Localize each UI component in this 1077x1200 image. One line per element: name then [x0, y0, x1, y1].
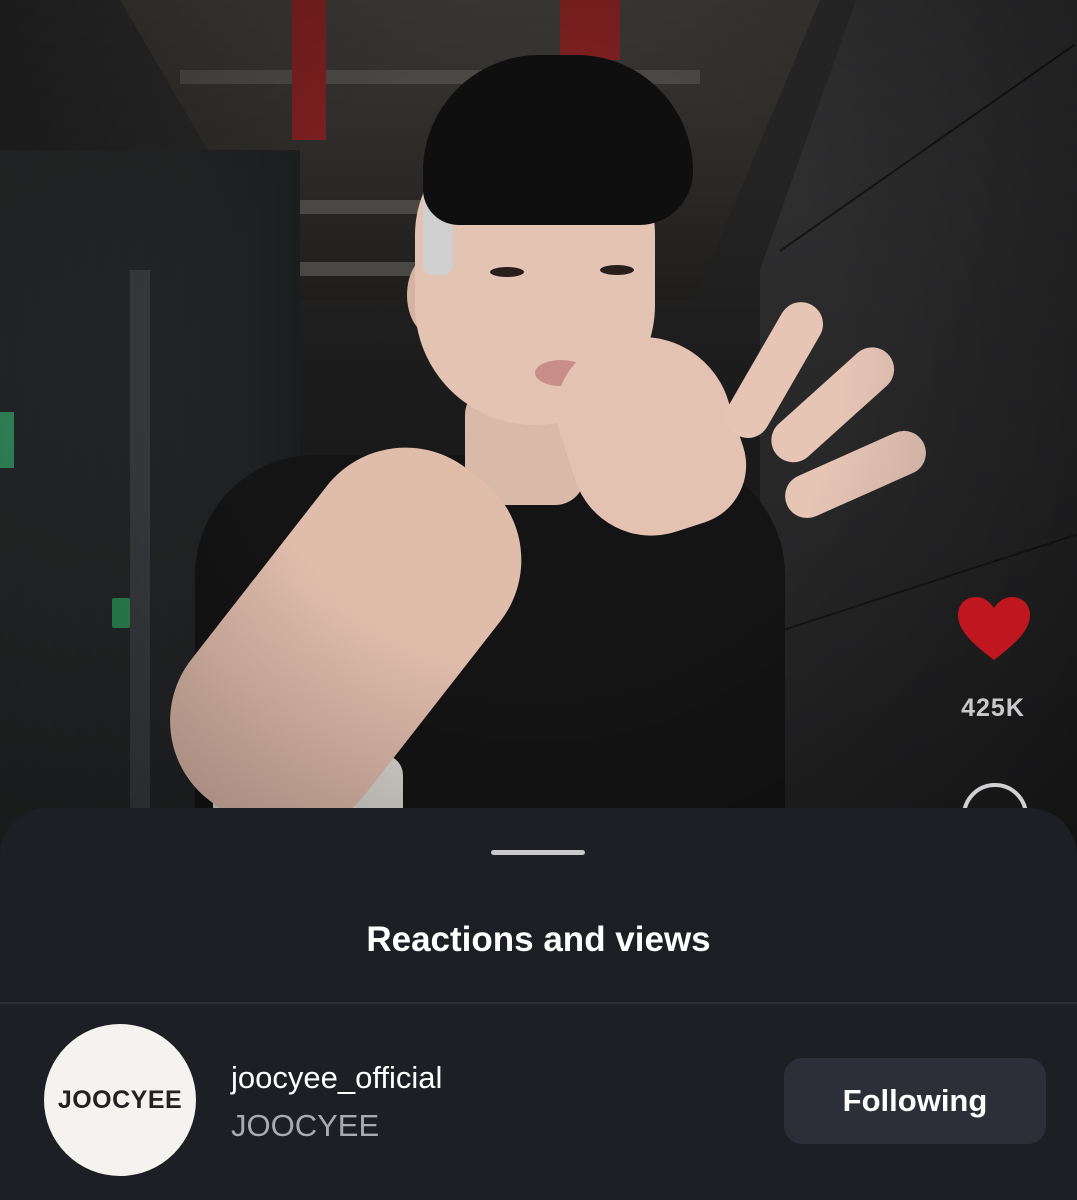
reactions-sheet: Reactions and views JOOCYEE joocyee_offi… — [0, 808, 1077, 1200]
sheet-title: Reactions and views — [366, 920, 711, 959]
avatar-logo-text: JOOCYEE — [57, 1085, 183, 1114]
username[interactable]: joocyee_official — [231, 1060, 442, 1096]
account-row[interactable]: JOOCYEE joocyee_official JOOCYEE Followi… — [0, 1004, 1077, 1200]
display-name: JOOCYEE — [231, 1108, 380, 1143]
drag-handle[interactable] — [491, 850, 585, 855]
heart-icon[interactable] — [956, 596, 1032, 662]
video-player[interactable]: 425K — [0, 0, 1077, 900]
avatar[interactable]: JOOCYEE — [44, 1024, 196, 1176]
like-count: 425K — [961, 694, 1025, 722]
following-button[interactable]: Following — [784, 1058, 1046, 1144]
video-vignette — [0, 0, 1077, 900]
